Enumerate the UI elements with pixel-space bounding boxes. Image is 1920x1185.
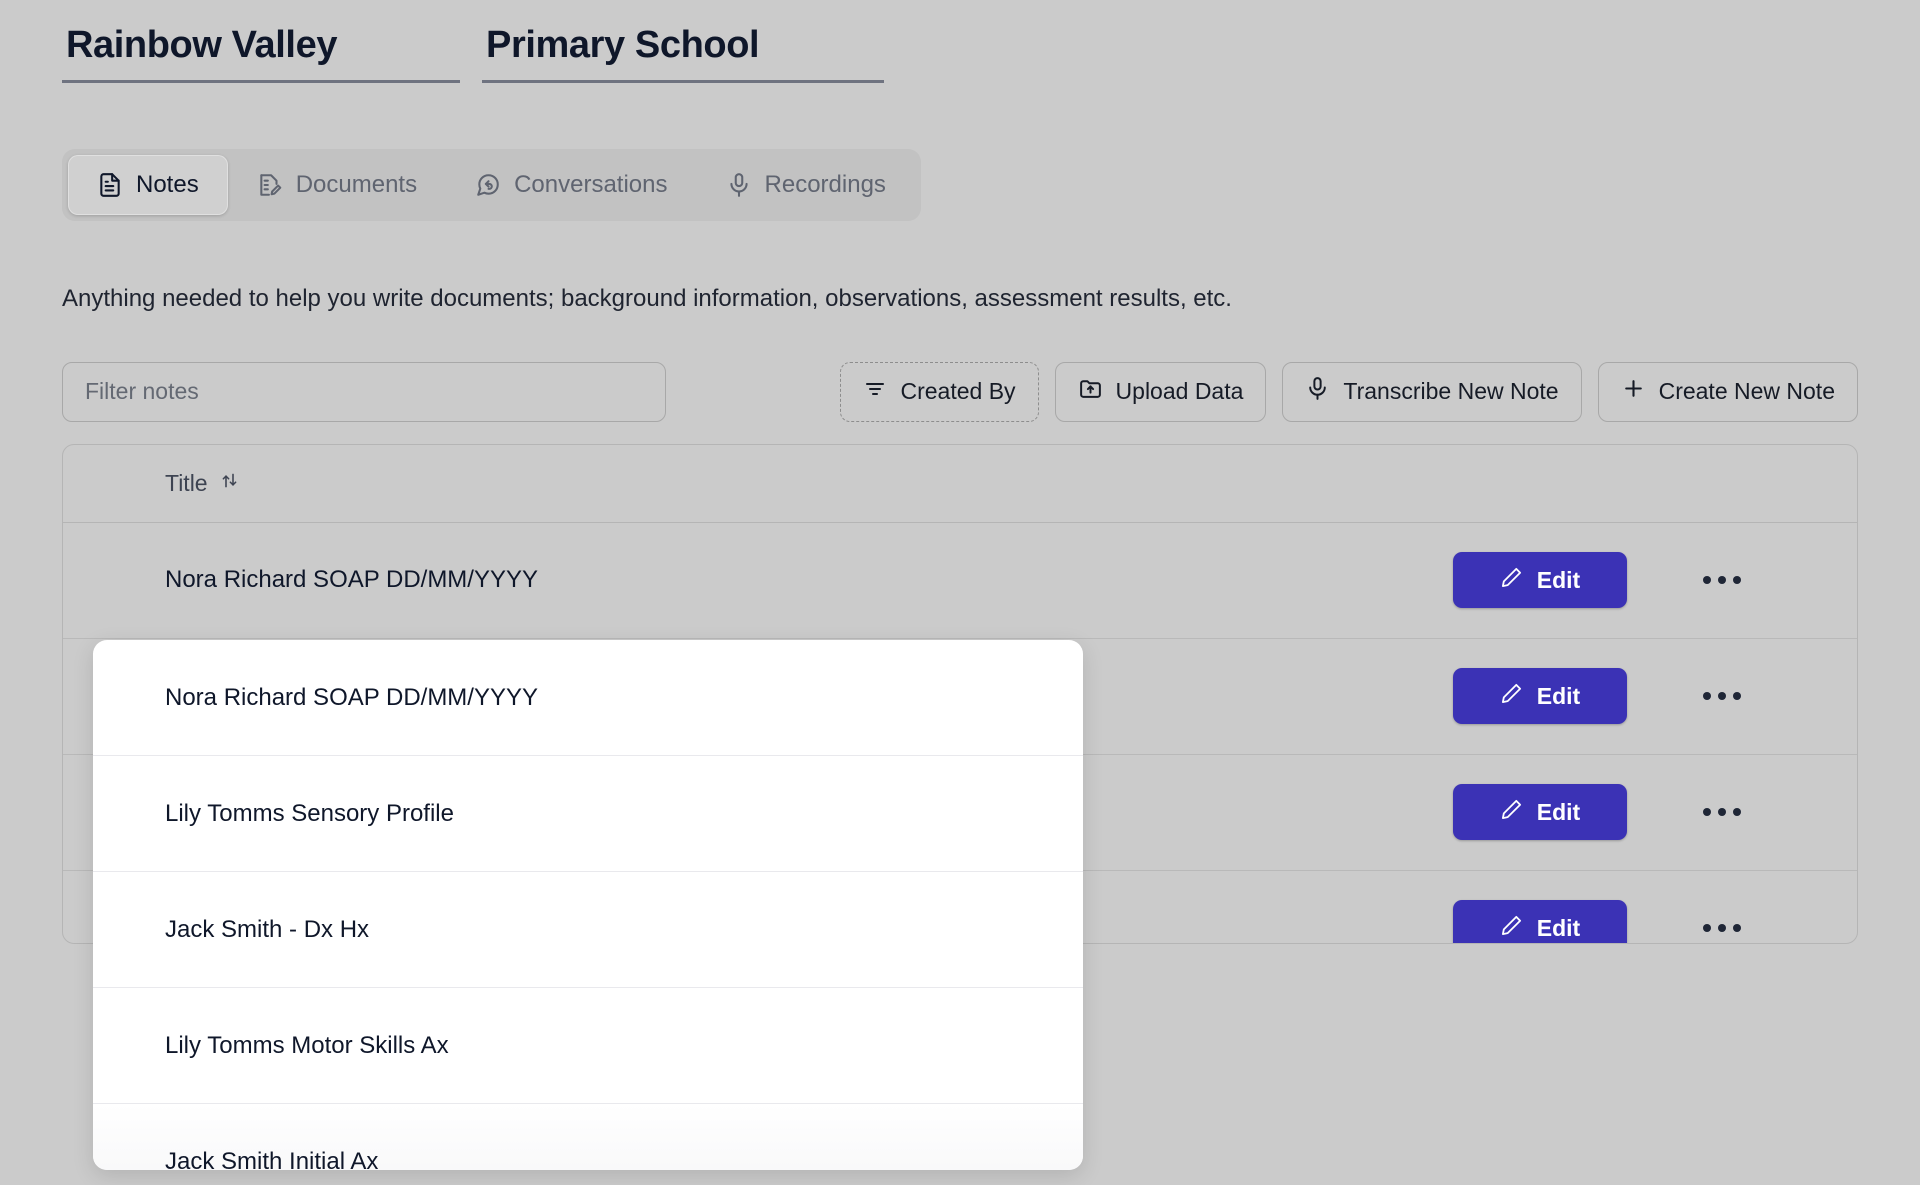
ellipsis-icon xyxy=(1703,576,1741,585)
column-header-title[interactable]: Title xyxy=(165,470,240,497)
edit-button[interactable]: Edit xyxy=(1453,552,1627,609)
ellipsis-icon xyxy=(1703,808,1741,817)
filter-funnel-icon xyxy=(863,377,887,407)
overlay-list-item[interactable]: Nora Richard SOAP DD/MM/YYYY xyxy=(93,640,1083,756)
school-name-field-part1[interactable]: Rainbow Valley xyxy=(62,22,460,83)
edit-button-label: Edit xyxy=(1536,682,1581,709)
folder-upload-icon xyxy=(1078,376,1103,407)
page-root: Rainbow Valley Primary School Notes Docu… xyxy=(0,0,1920,1185)
edit-button[interactable]: Edit xyxy=(1453,900,1627,943)
upload-data-label: Upload Data xyxy=(1115,378,1244,405)
notes-title-overlay-panel: Nora Richard SOAP DD/MM/YYYY Lily Tomms … xyxy=(93,640,1083,1170)
column-header-title-label: Title xyxy=(165,469,208,496)
microphone-icon xyxy=(1305,376,1330,407)
pencil-icon xyxy=(1500,914,1523,943)
overlay-list-item[interactable]: Lily Tomms Sensory Profile xyxy=(93,756,1083,872)
upload-data-button[interactable]: Upload Data xyxy=(1054,361,1267,422)
row-title: Nora Richard SOAP DD/MM/YYYY xyxy=(165,566,538,594)
edit-button-label: Edit xyxy=(1536,798,1581,825)
table-row[interactable]: Nora Richard SOAP DD/MM/YYYY Edit xyxy=(63,523,1857,639)
transcribe-new-note-button[interactable]: Transcribe New Note xyxy=(1282,361,1582,422)
edit-button[interactable]: Edit xyxy=(1453,668,1627,725)
pencil-icon xyxy=(1500,682,1523,711)
ellipsis-icon xyxy=(1703,924,1741,933)
row-more-actions-button[interactable] xyxy=(1627,808,1817,817)
transcribe-new-note-label: Transcribe New Note xyxy=(1343,378,1559,405)
file-text-icon xyxy=(97,172,123,198)
tab-notes[interactable]: Notes xyxy=(68,154,228,215)
overlay-list-item[interactable]: Lily Tomms Motor Skills Ax xyxy=(93,988,1083,1104)
create-new-note-label: Create New Note xyxy=(1658,378,1835,405)
edit-button[interactable]: Edit xyxy=(1453,784,1627,841)
section-description: Anything needed to help you write docume… xyxy=(62,284,1232,312)
ellipsis-icon xyxy=(1703,692,1741,701)
pencil-icon xyxy=(1500,798,1523,827)
edit-button-label: Edit xyxy=(1536,914,1581,941)
tab-bar: Notes Documents Conversations Recordings xyxy=(62,148,921,221)
document-edit-icon xyxy=(257,172,283,198)
tab-recordings[interactable]: Recordings xyxy=(697,155,915,215)
conversation-reply-icon xyxy=(475,172,501,198)
overlay-list-item[interactable]: Jack Smith Initial Ax xyxy=(93,1104,1083,1170)
overlay-list-item[interactable]: Jack Smith - Dx Hx xyxy=(93,872,1083,988)
pencil-icon xyxy=(1500,566,1523,595)
row-more-actions-button[interactable] xyxy=(1627,576,1817,585)
page-title: Rainbow Valley Primary School xyxy=(62,0,1858,83)
tab-label-recordings: Recordings xyxy=(764,170,886,198)
filter-notes-input[interactable] xyxy=(62,361,666,422)
row-more-actions-button[interactable] xyxy=(1627,692,1817,701)
row-more-actions-button[interactable] xyxy=(1627,924,1817,933)
school-name-field-part2[interactable]: Primary School xyxy=(482,22,884,83)
created-by-label: Created By xyxy=(900,378,1016,405)
tab-label-documents: Documents xyxy=(295,170,418,198)
tab-label-conversations: Conversations xyxy=(514,170,668,198)
edit-button-label: Edit xyxy=(1536,566,1581,593)
sort-updown-icon xyxy=(219,470,240,497)
create-new-note-button[interactable]: Create New Note xyxy=(1597,361,1858,422)
tab-conversations[interactable]: Conversations xyxy=(446,155,696,215)
tab-label-notes: Notes xyxy=(136,170,199,198)
microphone-icon xyxy=(726,172,752,198)
plus-icon xyxy=(1621,376,1646,407)
created-by-filter-button[interactable]: Created By xyxy=(840,361,1039,422)
notes-toolbar: Created By Upload Data T xyxy=(62,361,1858,422)
table-header-row: Title xyxy=(63,445,1857,523)
tab-documents[interactable]: Documents xyxy=(228,155,446,215)
